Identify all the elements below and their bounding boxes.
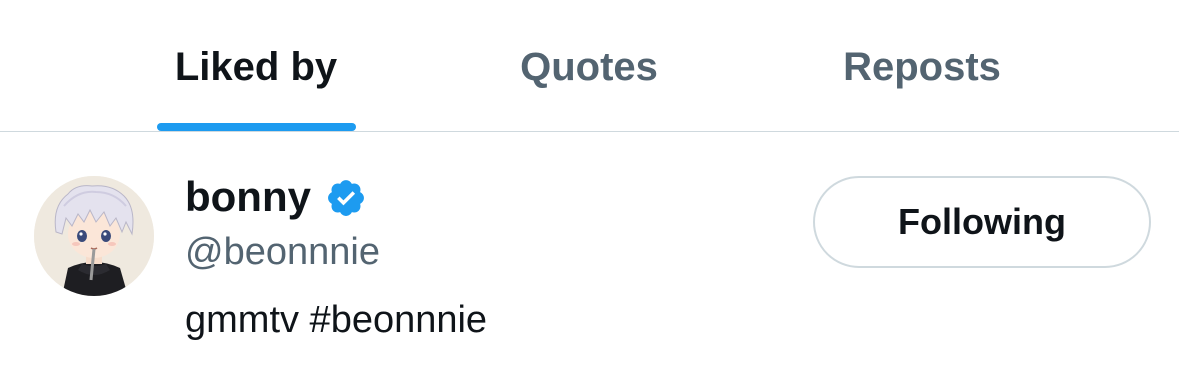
- tab-liked-by[interactable]: Liked by: [120, 0, 392, 131]
- following-button[interactable]: Following: [813, 176, 1151, 268]
- following-button-label: Following: [898, 201, 1066, 242]
- tab-liked-by-label: Liked by: [174, 45, 338, 89]
- engagement-tabs: Liked by Quotes Reposts: [0, 0, 1179, 132]
- avatar[interactable]: [34, 176, 154, 296]
- tab-quotes-label: Quotes: [520, 45, 658, 89]
- avatar-image: [34, 176, 154, 296]
- user-bio: gmmtv #beonnnie: [185, 299, 488, 341]
- active-tab-indicator: [157, 123, 356, 131]
- verified-badge-icon: [328, 180, 364, 216]
- tab-reposts[interactable]: Reposts: [786, 0, 1058, 131]
- tab-reposts-label: Reposts: [843, 45, 1001, 89]
- display-name[interactable]: bonny: [185, 171, 311, 223]
- user-list-item[interactable]: bonny @beonnnie gmmtv #beonnnie Followin…: [0, 133, 1179, 390]
- user-handle[interactable]: @beonnnie: [185, 228, 380, 276]
- tab-quotes[interactable]: Quotes: [452, 0, 726, 131]
